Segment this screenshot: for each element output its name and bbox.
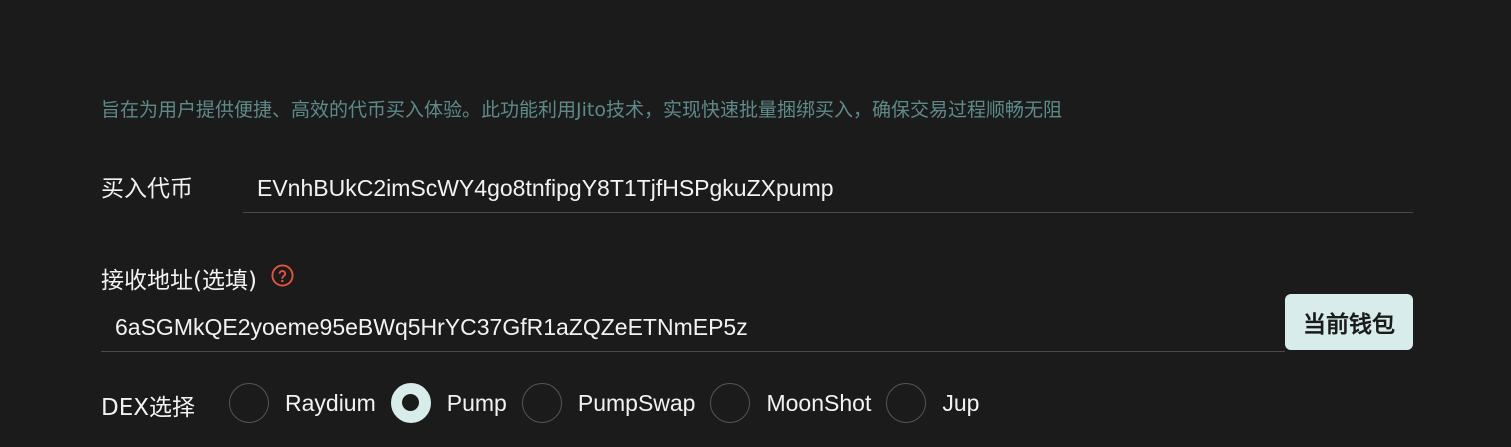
dex-radio-group: Raydium Pump PumpSwap MoonShot Jup [229,382,994,424]
radio-button[interactable] [710,383,751,423]
radio-button[interactable] [521,383,562,423]
radio-button[interactable] [229,383,269,423]
dex-option-pumpswap[interactable]: PumpSwap [521,383,696,423]
dex-option-label: MoonShot [766,389,872,416]
dex-option-jup[interactable]: Jup [886,383,979,423]
radio-button-checked[interactable] [390,383,431,423]
dex-option-label: PumpSwap [577,389,696,416]
buy-token-label: 买入代币 [101,176,193,202]
radio-button[interactable] [886,383,927,423]
feature-description: 旨在为用户提供便捷、高效的代币买入体验。此功能利用Jito技术，实现快速批量捆绑… [101,99,1062,121]
receive-address-input[interactable]: 6aSGMkQE2yoeme95eBWq5HrYC37GfR1aZQZeETNm… [101,304,1285,352]
dex-option-label: Raydium [285,389,376,416]
buy-token-input[interactable]: EVnhBUkC2imScWY4go8tnfipgY8T1TjfHSPgkuZX… [243,165,1413,213]
question-circle-icon[interactable] [271,264,294,287]
bundle-buy-panel: 旨在为用户提供便捷、高效的代币买入体验。此功能利用Jito技术，实现快速批量捆绑… [0,0,1511,447]
dex-option-raydium[interactable]: Raydium [229,383,376,423]
dex-select-label: DEX选择 [101,395,195,421]
current-wallet-button[interactable]: 当前钱包 [1285,294,1413,350]
receive-address-label: 接收地址(选填) [101,268,257,294]
dex-option-label: Jup [942,389,980,416]
dex-option-label: Pump [446,389,507,416]
dex-option-pump[interactable]: Pump [390,383,507,423]
dex-option-moonshot[interactable]: MoonShot [710,383,871,423]
